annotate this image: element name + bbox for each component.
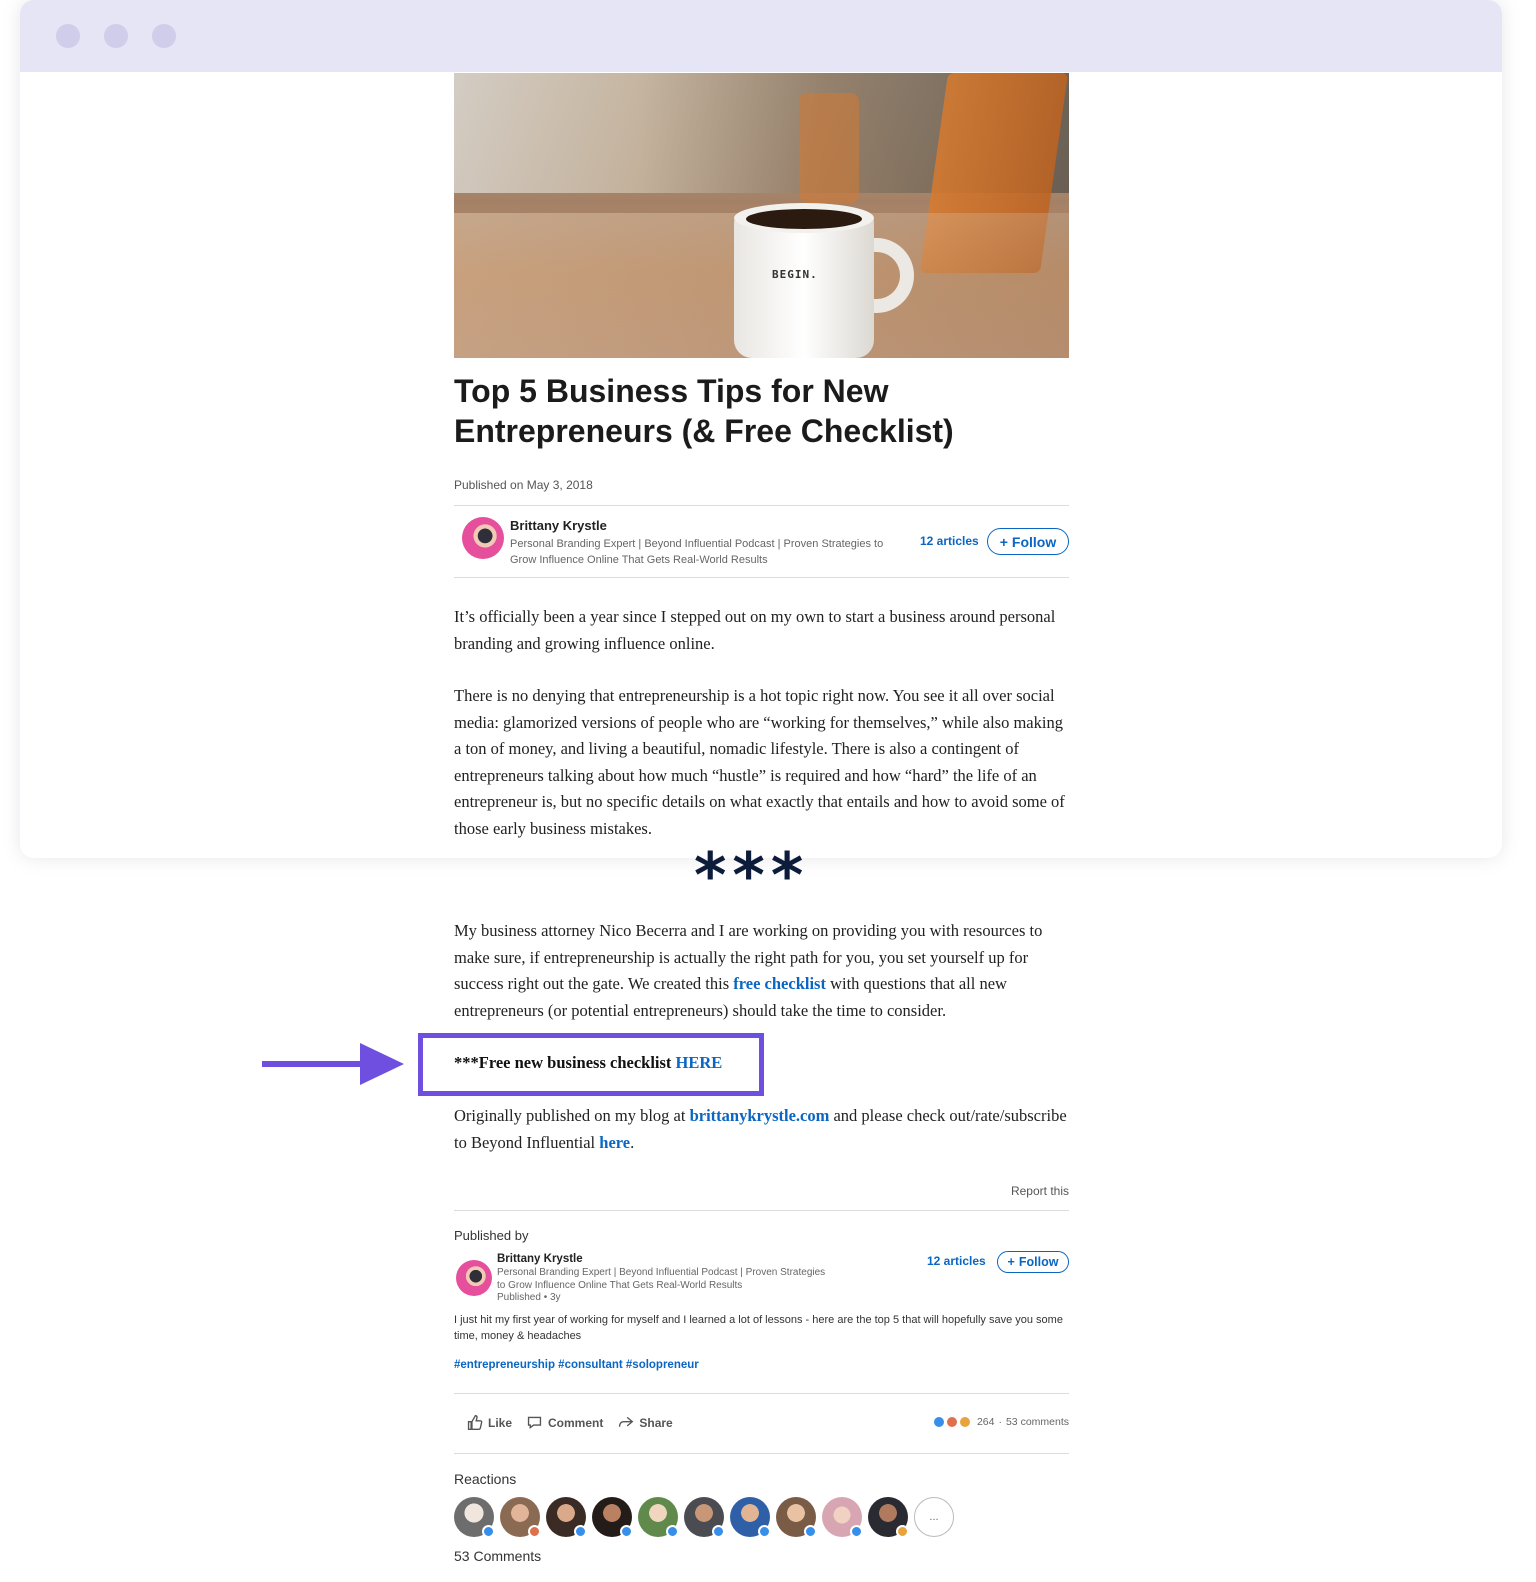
annotation-arrow-head: [360, 1043, 404, 1085]
share-button[interactable]: Share: [617, 1414, 673, 1431]
free-checklist-link[interactable]: free checklist: [733, 974, 826, 993]
author-headline: Personal Branding Expert | Beyond Influe…: [510, 538, 884, 566]
annotation-arrow-shaft: [262, 1061, 372, 1067]
blog-link[interactable]: brittanykrystle.com: [690, 1106, 830, 1125]
published-by-label: Published by: [454, 1228, 529, 1243]
report-link[interactable]: Report this: [1011, 1184, 1069, 1198]
publisher-articles-link[interactable]: 12 articles: [927, 1254, 986, 1268]
like-button[interactable]: Like: [466, 1414, 512, 1431]
section-divider-stars: ***: [694, 839, 810, 912]
reaction-count: 264: [976, 1416, 995, 1428]
comment-icon: [527, 1416, 542, 1429]
divider: [454, 1393, 1069, 1394]
podcast-here-link[interactable]: here: [599, 1133, 630, 1152]
paragraph-intro: It’s officially been a year since I step…: [454, 607, 1056, 653]
comment-button[interactable]: Comment: [526, 1414, 603, 1431]
social-actions: Like Comment Share: [466, 1414, 673, 1431]
thumbs-up-icon: [467, 1415, 483, 1430]
hero-image: BEGIN.: [454, 73, 1069, 358]
publisher-avatar[interactable]: [456, 1260, 492, 1296]
reactor-avatar[interactable]: [822, 1497, 863, 1538]
author-avatar[interactable]: [462, 517, 504, 559]
like-reaction-icon: [932, 1416, 945, 1428]
divider: [454, 1453, 1069, 1454]
paragraph-originally-published: Originally published on my blog at britt…: [454, 1106, 1067, 1152]
reaction-summary[interactable]: 264 · 53 comments: [932, 1416, 1069, 1428]
reactor-avatars: ...: [454, 1497, 954, 1538]
reactor-avatar[interactable]: [730, 1497, 771, 1538]
window-titlebar: [20, 0, 1502, 72]
plus-icon: +: [1007, 1255, 1015, 1269]
divider: [454, 1210, 1069, 1211]
paragraph-checklist: My business attorney Nico Becerra and I …: [454, 921, 1043, 1020]
paragraph-context: There is no denying that entrepreneurshi…: [454, 686, 1065, 838]
reactor-avatar[interactable]: [454, 1497, 495, 1538]
author-articles-link[interactable]: 12 articles: [920, 534, 979, 548]
plus-icon: +: [999, 533, 1008, 550]
window-close-dot[interactable]: [56, 24, 80, 48]
share-arrow-icon: [619, 1416, 634, 1427]
article-title: Top 5 Business Tips for New Entrepreneur…: [454, 373, 954, 449]
publisher-headline: Personal Branding Expert | Beyond Influe…: [497, 1267, 826, 1303]
divider: [454, 577, 1069, 578]
publisher-name[interactable]: Brittany Krystle: [497, 1253, 583, 1265]
more-reactions-button[interactable]: ...: [914, 1497, 954, 1537]
checklist-here-link[interactable]: HERE: [676, 1053, 723, 1072]
window-minimize-dot[interactable]: [104, 24, 128, 48]
reactor-avatar[interactable]: [684, 1497, 725, 1538]
publisher-follow-button[interactable]: + Follow: [997, 1251, 1069, 1273]
comments-count[interactable]: 53 comments: [1006, 1416, 1069, 1428]
comments-heading: 53 Comments: [454, 1548, 542, 1564]
author-name[interactable]: Brittany Krystle: [510, 518, 607, 533]
love-reaction-icon: [945, 1416, 958, 1428]
reactor-avatar[interactable]: [546, 1497, 587, 1538]
reactor-avatar[interactable]: [638, 1497, 679, 1538]
reactor-avatar[interactable]: [500, 1497, 541, 1538]
reactions-heading: Reactions: [454, 1471, 517, 1487]
reactor-avatar[interactable]: [776, 1497, 817, 1538]
reactor-avatar[interactable]: [592, 1497, 633, 1538]
insightful-reaction-icon: [958, 1416, 971, 1428]
mug-text: BEGIN.: [772, 268, 818, 281]
divider: [454, 505, 1069, 506]
post-snippet: I just hit my first year of working for …: [454, 1314, 1063, 1342]
hashtags[interactable]: #entrepreneurship #consultant #soloprene…: [454, 1359, 699, 1371]
reactor-avatar[interactable]: [868, 1497, 909, 1538]
published-date: Published on May 3, 2018: [454, 478, 593, 492]
window-maximize-dot[interactable]: [152, 24, 176, 48]
checklist-callout: ***Free new business checklist HERE: [454, 1053, 723, 1072]
follow-button[interactable]: + Follow: [987, 528, 1069, 555]
